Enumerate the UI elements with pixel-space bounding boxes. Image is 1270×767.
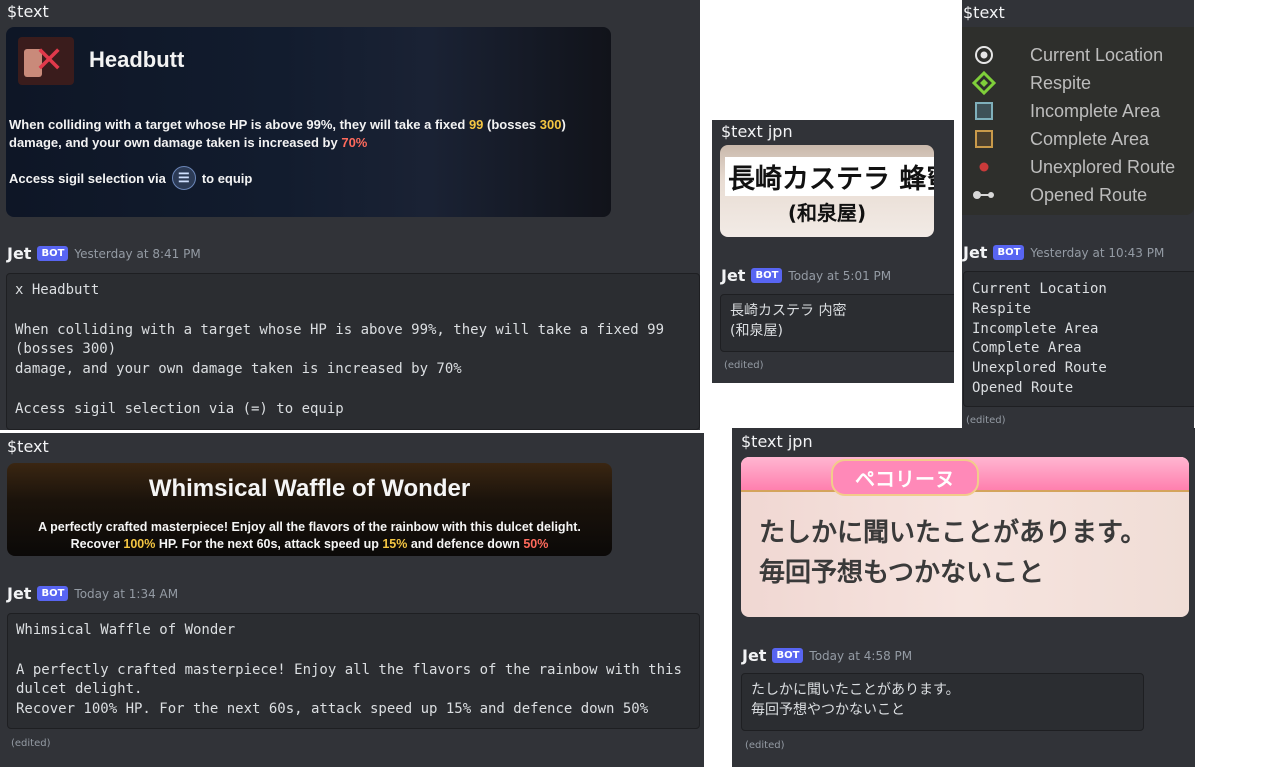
bot-badge: BOT: [751, 268, 783, 283]
edited-label: (edited): [724, 360, 764, 371]
bot-badge: BOT: [37, 586, 69, 601]
headbutt-sigil-icon: ✕: [18, 37, 74, 85]
complete-area-icon: [972, 127, 996, 151]
menu-icon: ☰: [171, 166, 196, 190]
code-block: x Headbutt When colliding with a target …: [6, 273, 700, 430]
pecorine-image[interactable]: ペコリーヌ たしかに聞いたことがあります。 毎回予想もつかないこと: [741, 457, 1189, 617]
speaker-name: ペコリーヌ: [831, 459, 979, 496]
legend-label: Incomplete Area: [1030, 100, 1161, 121]
respite-icon: [972, 71, 996, 95]
waffle-message-panel: $text Whimsical Waffle of Wonder A perfe…: [0, 433, 704, 767]
author-name[interactable]: Jet: [7, 244, 31, 263]
message-header: Jet BOT Today at 4:58 PM: [742, 646, 912, 665]
pecorine-message-panel: $text jpn ペコリーヌ たしかに聞いたことがあります。 毎回予想もつかな…: [732, 428, 1195, 767]
edited-label: (edited): [11, 738, 51, 749]
legend-message-panel: $text Current Location Respite Incomplet…: [962, 0, 1194, 430]
command-text: $text: [7, 2, 49, 21]
author-name[interactable]: Jet: [963, 243, 987, 262]
image-line-2: (和泉屋): [787, 201, 867, 225]
legend-row: Opened Route: [962, 181, 1194, 209]
image-description: When colliding with a target whose HP is…: [9, 117, 566, 150]
access-sigil-text: Access sigil selection via ☰ to equip: [9, 166, 252, 190]
message-header: Jet BOT Today at 1:34 AM: [7, 584, 178, 603]
message-header: Jet BOT Yesterday at 8:41 PM: [7, 244, 201, 263]
dialogue-text: たしかに聞いたことがあります。 毎回予想もつかないこと: [759, 518, 1147, 588]
legend-label: Respite: [1030, 72, 1092, 93]
timestamp: Today at 4:58 PM: [809, 648, 913, 663]
legend-label: Unexplored Route: [1030, 156, 1176, 177]
bot-badge: BOT: [37, 246, 69, 261]
command-text: $text: [7, 437, 49, 456]
code-block: Whimsical Waffle of Wonder A perfectly c…: [7, 613, 700, 729]
image-title: Whimsical Waffle of Wonder: [148, 475, 471, 502]
author-name[interactable]: Jet: [7, 584, 31, 603]
command-text: $text jpn: [721, 122, 793, 141]
legend-row: Current Location: [962, 41, 1194, 69]
edited-label: (edited): [745, 740, 785, 751]
incomplete-area-icon: [972, 99, 996, 123]
author-name[interactable]: Jet: [742, 646, 766, 665]
code-block: たしかに聞いたことがあります。 毎回予想やつかないこと: [741, 673, 1144, 731]
headbutt-message-panel: $text ✕ Headbutt When colliding with a t…: [0, 0, 700, 430]
castella-image[interactable]: 長崎カステラ 蜂蜜 (和泉屋): [720, 145, 934, 237]
name-banner: ペコリーヌ: [741, 457, 1189, 496]
code-block: 長崎カステラ 内密 (和泉屋): [720, 294, 954, 352]
legend-row: Incomplete Area: [962, 97, 1194, 125]
author-name[interactable]: Jet: [721, 266, 745, 285]
legend-image[interactable]: Current Location Respite Incomplete Area…: [962, 27, 1194, 215]
image-description: A perfectly crafted masterpiece! Enjoy a…: [38, 520, 581, 551]
headbutt-image[interactable]: ✕ Headbutt When colliding with a target …: [6, 27, 611, 217]
bot-badge: BOT: [772, 648, 804, 663]
bot-badge: BOT: [993, 245, 1025, 260]
message-header: Jet BOT Yesterday at 10:43 PM: [963, 243, 1164, 262]
waffle-image[interactable]: Whimsical Waffle of Wonder A perfectly c…: [7, 463, 612, 556]
legend-row: Unexplored Route: [962, 153, 1194, 181]
legend-label: Complete Area: [1030, 128, 1150, 149]
message-header: Jet BOT Today at 5:01 PM: [721, 266, 891, 285]
image-line-1: 長崎カステラ 蜂蜜: [725, 157, 934, 196]
code-block: Current Location Respite Incomplete Area…: [963, 271, 1194, 407]
opened-route-icon: [972, 183, 996, 207]
edited-label: (edited): [966, 415, 1006, 426]
legend-row: Complete Area: [962, 125, 1194, 153]
current-location-icon: [972, 43, 996, 67]
command-text: $text: [963, 3, 1005, 22]
legend-label: Opened Route: [1030, 184, 1148, 205]
timestamp: Yesterday at 8:41 PM: [74, 246, 201, 261]
timestamp: Yesterday at 10:43 PM: [1030, 245, 1165, 260]
castella-message-panel: $text jpn 長崎カステラ 蜂蜜 (和泉屋) Jet BOT Today …: [712, 120, 954, 383]
image-title: Headbutt: [89, 47, 185, 72]
legend-label: Current Location: [1030, 44, 1164, 65]
timestamp: Today at 5:01 PM: [788, 268, 892, 283]
unexplored-route-icon: [972, 155, 996, 179]
command-text: $text jpn: [741, 432, 813, 451]
legend-row: Respite: [962, 69, 1194, 97]
timestamp: Today at 1:34 AM: [74, 586, 179, 601]
